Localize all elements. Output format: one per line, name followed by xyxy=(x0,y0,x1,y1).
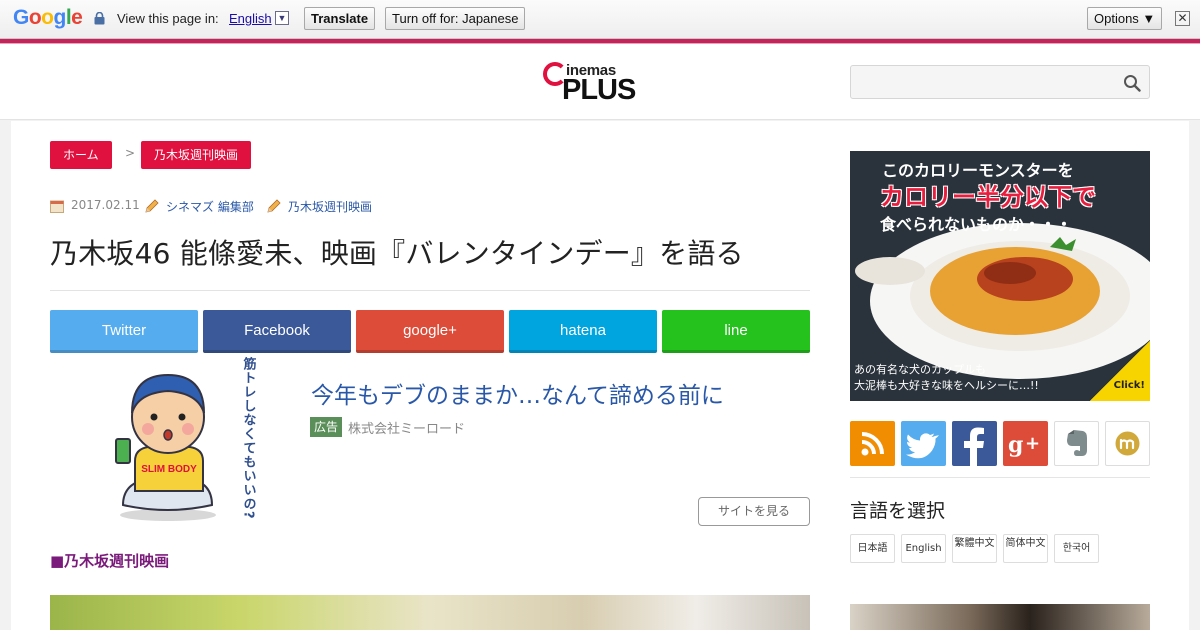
search-input[interactable] xyxy=(850,65,1150,99)
pencil-icon xyxy=(267,199,281,213)
language-heading: 言語を選択 xyxy=(850,500,946,522)
banner-line3: 食べられないものか・・・ xyxy=(880,215,1073,234)
google-logo-letter: o xyxy=(41,6,54,29)
banner-click-badge[interactable]: Click! xyxy=(1090,341,1150,401)
site-header: inemas PLUS xyxy=(0,44,1200,120)
site-logo[interactable]: inemas PLUS xyxy=(543,60,643,106)
language-dropdown-icon[interactable]: ▼ xyxy=(275,11,289,25)
google-logo-letter: G xyxy=(13,6,29,29)
close-icon[interactable]: ✕ xyxy=(1175,11,1190,26)
lock-icon xyxy=(94,12,105,25)
title-divider xyxy=(50,290,810,291)
mixi-icon[interactable] xyxy=(1105,421,1150,466)
vertical-ad-text: 筋トレしなくてもいいの? xyxy=(241,356,258,519)
twitter-icon[interactable] xyxy=(901,421,946,466)
logo-text-bottom: PLUS xyxy=(562,74,636,106)
sidebar-thumbnail[interactable] xyxy=(850,604,1150,630)
banner-line4: あの有名な犬のカップルも xyxy=(854,363,986,376)
calendar-icon xyxy=(50,200,64,213)
ad-badge: 広告 xyxy=(310,417,343,437)
shirt-text: SLIM BODY xyxy=(141,464,197,475)
breadcrumb-home[interactable]: ホーム xyxy=(50,141,112,169)
post-date: 2017.02.11 xyxy=(71,198,140,212)
lang-simplified-chinese-button[interactable]: 简体中文 xyxy=(1003,534,1048,563)
tag-link[interactable]: 乃木坂週刊映画 xyxy=(288,198,372,215)
ad-cta-button[interactable]: サイトを見る xyxy=(698,497,810,526)
evernote-icon[interactable] xyxy=(1054,421,1099,466)
lang-japanese-button[interactable]: 日本語 xyxy=(850,534,895,563)
pencil-icon xyxy=(145,199,159,213)
ad-illustration[interactable]: SLIM BODY 筋トレしなくてもいいの? xyxy=(108,355,258,525)
article-photo xyxy=(50,595,810,630)
rss-icon[interactable] xyxy=(850,421,895,466)
translate-button[interactable]: Translate xyxy=(304,7,376,30)
svg-text:+: + xyxy=(1025,433,1040,454)
banner-line5: 大泥棒も大好きな味をヘルシーに…!! xyxy=(854,379,1039,392)
share-hatena-button[interactable]: hatena xyxy=(509,310,657,353)
share-twitter-button[interactable]: Twitter xyxy=(50,310,198,353)
section-heading: ■乃木坂週刊映画 xyxy=(50,552,170,570)
ad-headline[interactable]: 今年もデブのままか…なんて諦める前に xyxy=(311,376,724,410)
author-link[interactable]: シネマズ 編集部 xyxy=(166,198,254,215)
language-link[interactable]: English xyxy=(229,11,272,26)
share-googleplus-button[interactable]: google+ xyxy=(356,310,504,353)
translate-bar: Google View this page in: English ▼ Tran… xyxy=(0,0,1200,39)
svg-text:筋トレしなくてもいいの?: 筋トレしなくてもいいの? xyxy=(241,356,258,519)
page-title: 乃木坂46 能條愛未、映画『バレンタインデー』を語る xyxy=(50,237,744,270)
google-logo-letter: e xyxy=(71,6,83,29)
breadcrumb-category[interactable]: 乃木坂週刊映画 xyxy=(141,141,252,169)
sidebar-divider xyxy=(850,477,1150,478)
share-facebook-button[interactable]: Facebook xyxy=(203,310,351,353)
lang-korean-button[interactable]: 한국어 xyxy=(1054,534,1099,563)
google-logo-letter: o xyxy=(28,6,42,29)
turn-off-button[interactable]: Turn off for: Japanese xyxy=(385,7,526,30)
google-logo: Google xyxy=(13,6,83,30)
svg-text:g: g xyxy=(1008,432,1023,458)
google-logo-letter: g xyxy=(53,6,67,29)
googleplus-icon[interactable]: g + xyxy=(1003,421,1048,466)
breadcrumb-separator: > xyxy=(125,146,136,160)
lang-english-button[interactable]: English xyxy=(901,534,946,563)
search-icon[interactable] xyxy=(1123,74,1141,92)
sidebar-ad-banner[interactable]: このカロリーモンスターを カロリー半分以下で 食べられないものか・・・ あの有名… xyxy=(850,151,1150,401)
banner-click-label: Click! xyxy=(1113,380,1145,391)
options-button[interactable]: Options ▼ xyxy=(1087,7,1163,30)
share-line-button[interactable]: line xyxy=(662,310,810,353)
banner-line2: カロリー半分以下で xyxy=(880,183,1096,211)
view-page-label: View this page in: xyxy=(117,11,219,26)
ad-sponsor: 株式会社ミーロード xyxy=(348,422,466,437)
facebook-icon[interactable] xyxy=(952,421,997,466)
lang-traditional-chinese-button[interactable]: 繁體中文 xyxy=(952,534,997,563)
